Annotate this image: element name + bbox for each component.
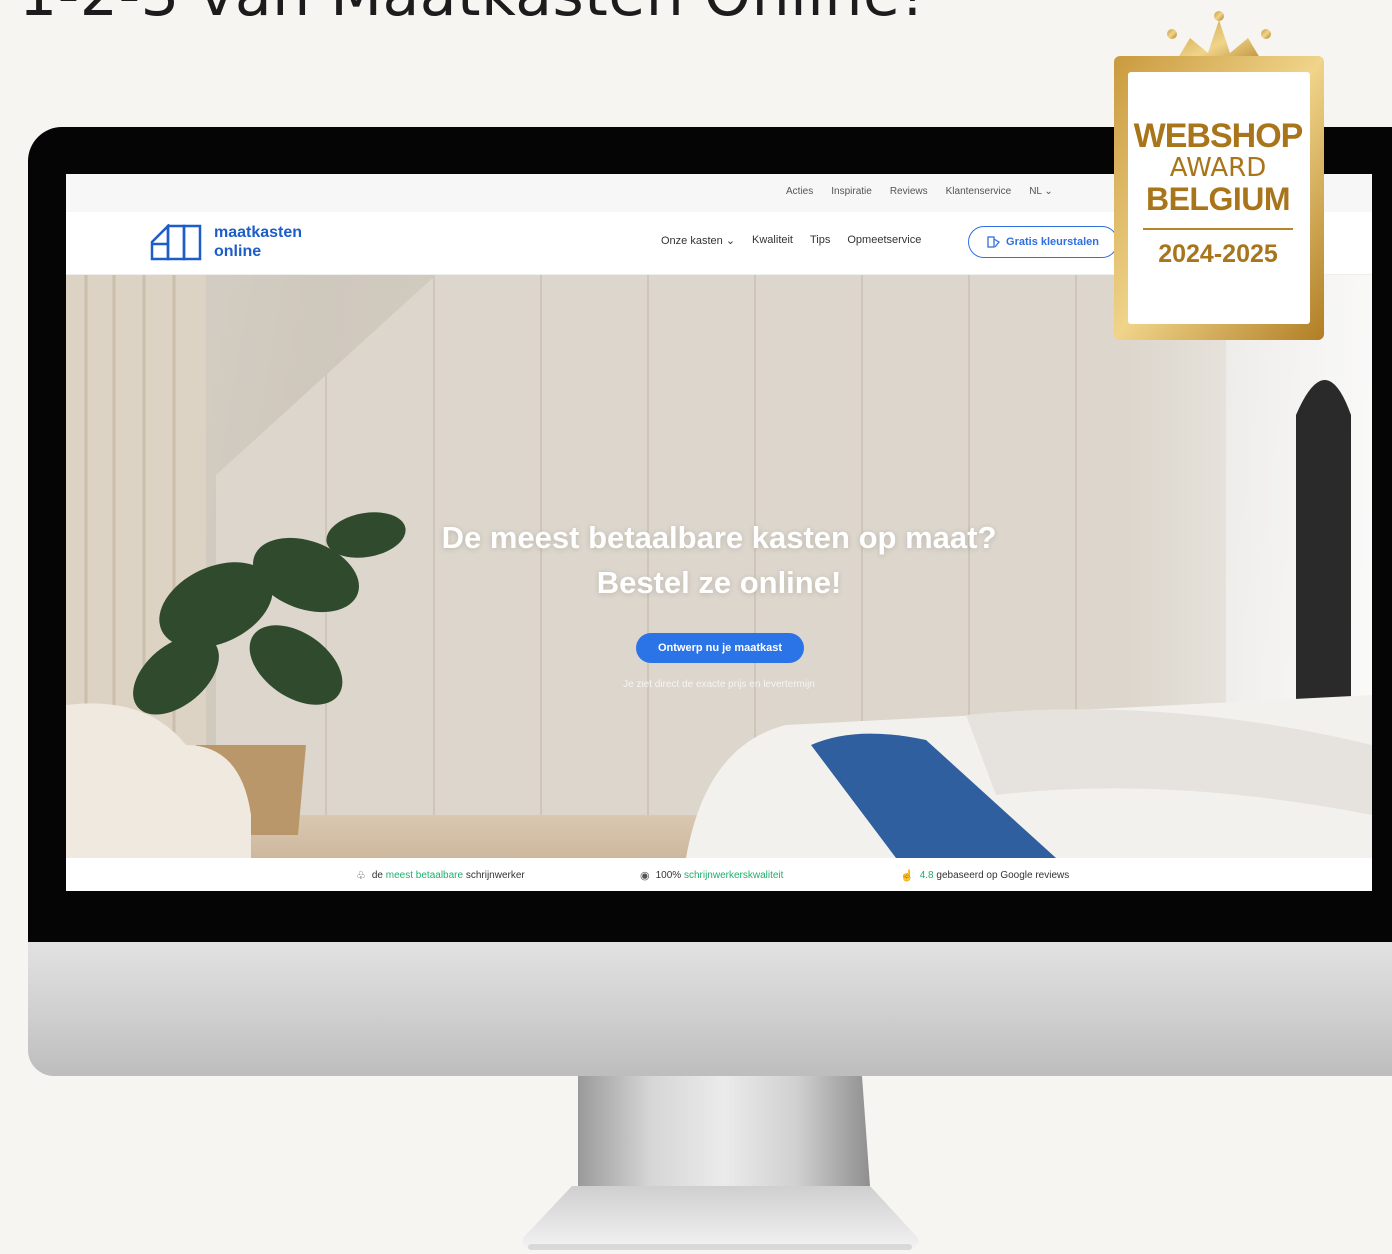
design-wardrobe-button[interactable]: Ontwerp nu je maatkast [636,633,804,663]
usp-3-highlight: 4.8 [919,870,934,881]
topbar-link-inspiratie[interactable]: Inspiratie [831,186,872,197]
language-selector[interactable]: NL ⌄ [1029,186,1053,197]
topbar-link-acties[interactable]: Acties [786,186,813,197]
usp-3-post: gebaseerd op Google reviews [933,870,1070,881]
hero-banner: De meest betaalbare kasten op maat? Best… [66,275,1372,858]
free-samples-label: Gratis kleurstalen [1006,236,1099,248]
award-year: 2024-2025 [1158,240,1278,268]
award-text: WEBSHOP AWARD BELGIUM 2024-2025 [1128,118,1308,268]
usp-2-pre: 100% [655,870,684,881]
award-line-2: AWARD [1169,153,1267,183]
award-line-3: BELGIUM [1145,181,1291,217]
monitor-chin [28,942,1392,1076]
thumbs-up-icon: ☝ [900,870,914,882]
nav-tips[interactable]: Tips [810,234,830,247]
color-swatch-icon [987,236,1001,248]
nav-opmeetservice[interactable]: Opmeetservice [847,234,921,247]
hero-title-line-2: Bestel ze online! [596,565,842,600]
monitor-stand [522,1076,919,1250]
usp-1-highlight: meest betaalbare [385,870,464,881]
usp-2-highlight: schrijnwerkerskwaliteit [683,870,784,881]
hero-title-line-1: De meest betaalbare kasten op maat? [441,520,997,555]
logo-icon[interactable] [150,224,204,262]
usp-1-pre: de [371,870,386,881]
topbar-link-klantenservice[interactable]: Klantenservice [946,186,1012,197]
piggy-bank-icon: ♧ [356,870,366,882]
usp-reviews: ☝ 4.8 gebaseerd op Google reviews [900,869,1069,882]
hero-subtext: Je ziet direct de exacte prijs en levert… [623,679,815,690]
logo-line-1: maatkasten [214,224,303,241]
quality-badge-icon: ◉ [640,870,650,882]
free-samples-button[interactable]: Gratis kleurstalen [968,226,1118,258]
logo-line-2: online [214,243,262,260]
usp-quality: ◉ 100% schrijnwerkerskwaliteit [640,869,783,882]
page-headline: e 1-2-3 van Maatkasten Online! [0,0,925,30]
logo-wordmark[interactable]: maatkasten online [214,223,302,261]
award-divider [1143,228,1293,230]
usp-affordable: ♧ de meest betaalbare schrijnwerker [356,869,525,882]
topbar-link-reviews[interactable]: Reviews [890,186,928,197]
hero-title: De meest betaalbare kasten op maat? Best… [66,515,1372,605]
nav-kwaliteit[interactable]: Kwaliteit [752,234,793,247]
usp-bar: ♧ de meest betaalbare schrijnwerker ◉ 10… [66,858,1372,891]
award-line-1: WEBSHOP [1133,117,1304,155]
nav-onze-kasten[interactable]: Onze kasten ⌄ [661,234,735,247]
usp-1-post: schrijnwerker [463,870,525,881]
